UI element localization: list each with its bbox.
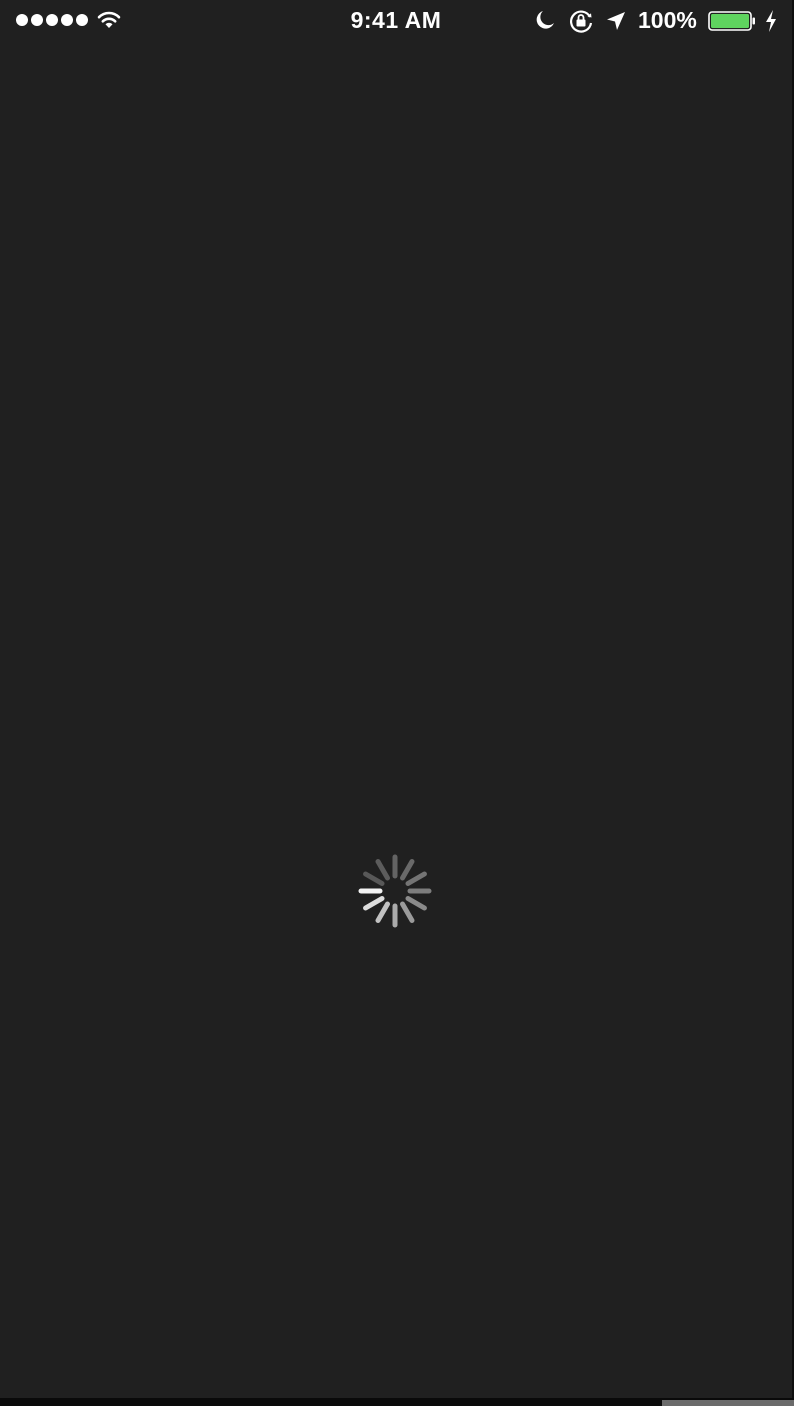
spinner-stroke [400, 859, 415, 881]
spinner-stroke [363, 896, 385, 911]
spinner-stroke [375, 901, 390, 923]
spinner-stroke [405, 896, 427, 911]
status-bar: 9:41 AM 100% [0, 0, 792, 42]
spinner-stroke [363, 871, 385, 886]
app-screen: 9:41 AM 100% [0, 0, 794, 1398]
charging-bolt-icon [766, 10, 776, 32]
activity-indicator-icon [358, 854, 432, 928]
spinner-stroke [400, 901, 415, 923]
bottom-edge-bar [662, 1400, 794, 1406]
location-arrow-icon [607, 12, 625, 30]
battery-icon [708, 11, 755, 31]
battery-percent: 100% [638, 7, 697, 33]
bottom-edge [0, 1398, 794, 1406]
spinner-stroke [375, 859, 390, 881]
rotation-lock-icon [570, 10, 593, 33]
spinner-stroke [405, 871, 427, 886]
moon-icon [536, 11, 554, 29]
